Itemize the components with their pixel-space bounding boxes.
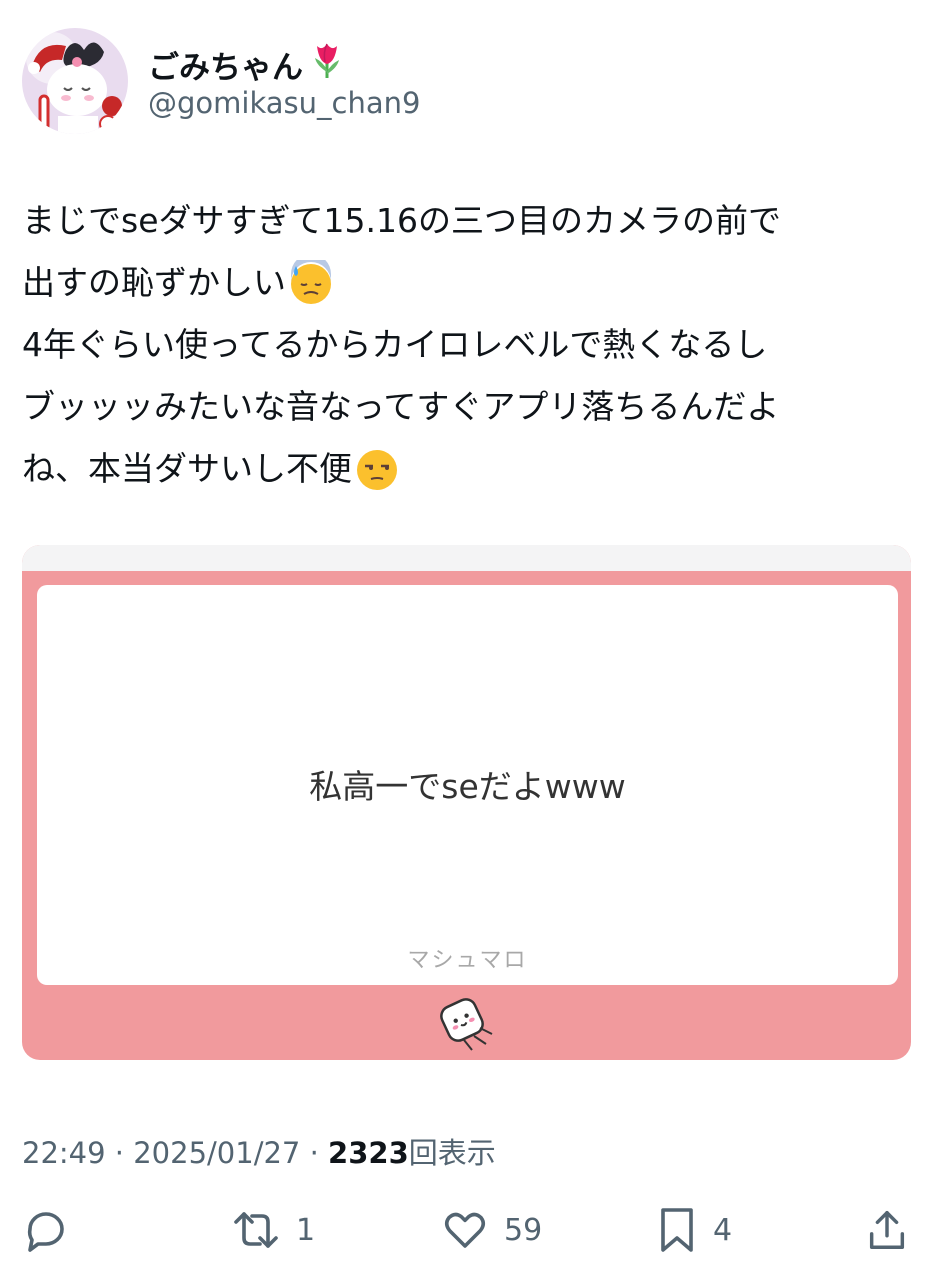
media-top-strip — [22, 545, 911, 571]
unamused-face-icon — [354, 446, 400, 492]
downcast-sweat-face-icon — [288, 254, 334, 306]
bookmark-icon — [655, 1206, 699, 1254]
question-card: 私高一でseだよwww マシュマロ — [37, 585, 898, 985]
tweet-meta: 22:49 · 2025/01/27 · 2323回表示 — [22, 1130, 496, 1172]
user-handle[interactable]: @gomikasu_chan9 — [148, 86, 420, 120]
tweet-line-text: ね、本当ダサいし不便 — [22, 449, 352, 488]
view-count-label: 回表示 — [408, 1136, 496, 1170]
avatar-image — [22, 28, 128, 134]
retweet-icon — [230, 1206, 282, 1254]
heart-icon — [440, 1206, 490, 1254]
tweet-line: 出すの恥ずかしい — [22, 252, 917, 314]
like-button[interactable]: 59 — [440, 1200, 542, 1260]
brand-label: マシュマロ — [407, 948, 528, 973]
retweet-count: 1 — [296, 1212, 316, 1248]
retweet-button[interactable]: 1 — [230, 1200, 315, 1260]
share-button[interactable] — [864, 1200, 910, 1260]
tweet-line-text: 4年ぐらい使ってるからカイロレベルで熱くなるし — [22, 325, 768, 364]
tweet-line-text: まじでseダサすぎて15.16の三つ目のカメラの前で — [22, 201, 781, 240]
display-name[interactable]: ごみちゃん — [148, 40, 345, 88]
tweet-date[interactable]: 2025/01/27 — [133, 1136, 300, 1170]
bookmark-button[interactable]: 4 — [655, 1200, 732, 1260]
tulip-icon — [309, 40, 345, 88]
separator-dot: · — [309, 1136, 329, 1170]
action-bar: 1 59 4 — [0, 1200, 933, 1260]
reply-icon — [22, 1206, 70, 1254]
marshmallow-icon — [434, 992, 502, 1054]
tweet-line: まじでseダサすぎて15.16の三つ目のカメラの前で — [22, 190, 917, 252]
tweet-time[interactable]: 22:49 — [22, 1136, 106, 1170]
reply-button[interactable] — [22, 1200, 84, 1260]
tweet-text: まじでseダサすぎて15.16の三つ目のカメラの前で 出すの恥ずかしい 4年ぐら… — [22, 190, 917, 500]
separator-dot: · — [114, 1136, 134, 1170]
avatar[interactable] — [22, 28, 128, 134]
question-text: 私高一でseだよwww — [309, 767, 626, 806]
tweet-line: 4年ぐらい使ってるからカイロレベルで熱くなるし — [22, 314, 917, 376]
media-card[interactable]: 私高一でseだよwww マシュマロ — [22, 545, 911, 1060]
share-icon — [864, 1206, 910, 1254]
bookmark-count: 4 — [713, 1212, 733, 1248]
tweet-line: ブッッッみたいな音なってすぐアプリ落ちるんだよ — [22, 376, 917, 438]
view-count: 2323 — [328, 1136, 409, 1170]
tweet-line-text: 出すの恥ずかしい — [22, 263, 286, 302]
tweet-line-text: ブッッッみたいな音なってすぐアプリ落ちるんだよ — [22, 387, 780, 426]
tweet-line: ね、本当ダサいし不便 — [22, 438, 917, 500]
like-count: 59 — [504, 1212, 543, 1248]
display-name-text: ごみちゃん — [148, 49, 303, 86]
